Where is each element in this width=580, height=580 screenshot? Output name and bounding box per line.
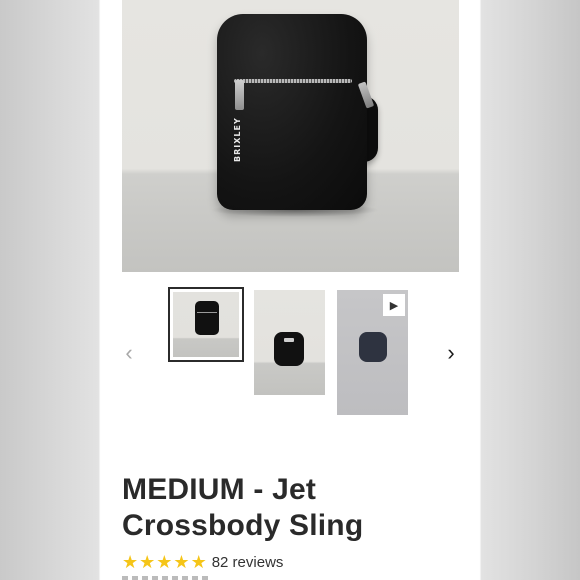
chevron-left-icon: ‹ xyxy=(125,340,133,365)
star-icon: ★ xyxy=(139,552,156,572)
bag-zipper xyxy=(234,79,352,83)
thumbnail-1-selected[interactable] xyxy=(168,287,244,362)
bag-body xyxy=(217,14,367,210)
carousel-prev-button[interactable]: ‹ xyxy=(119,340,139,366)
star-rating: ★ ★ ★ ★ ★ xyxy=(122,553,208,571)
thumbnail-2[interactable] xyxy=(254,290,325,395)
star-icon: ★ xyxy=(156,552,173,572)
thumb-zipper xyxy=(197,312,217,313)
zipper-pull xyxy=(235,80,244,110)
carousel-next-button[interactable]: › xyxy=(441,340,461,366)
thumb-bag xyxy=(195,301,219,335)
product-page: BRIXLEY ‹ ▶ › MEDIUM - Jet Crossbody Sli… xyxy=(101,0,479,580)
star-icon: ★ xyxy=(122,552,139,572)
chevron-right-icon: › xyxy=(447,340,455,365)
thumb-bag xyxy=(359,332,387,362)
rating-summary[interactable]: ★ ★ ★ ★ ★ 82 reviews xyxy=(122,553,283,571)
product-main-image[interactable]: BRIXLEY xyxy=(122,0,459,272)
product-title: MEDIUM - Jet Crossbody Sling xyxy=(122,473,364,542)
star-icon: ★ xyxy=(190,552,207,572)
thumb-logo xyxy=(284,338,294,342)
thumbnail-3-video[interactable]: ▶ xyxy=(337,290,408,415)
thumbnail-image xyxy=(173,292,239,357)
play-icon: ▶ xyxy=(383,294,405,316)
bag-brand-label: BRIXLEY xyxy=(233,117,242,162)
star-icon: ★ xyxy=(173,552,190,572)
reviews-link[interactable]: 82 reviews xyxy=(212,554,284,571)
price-cutoff xyxy=(122,576,212,580)
